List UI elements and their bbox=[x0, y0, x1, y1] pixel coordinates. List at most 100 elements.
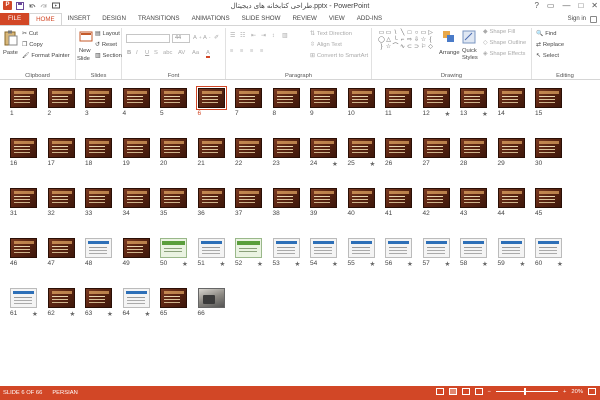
slide-preview[interactable] bbox=[122, 238, 150, 258]
tab-home[interactable]: HOME bbox=[29, 13, 62, 25]
tab-slide-show[interactable]: SLIDE SHOW bbox=[236, 13, 287, 25]
slide-preview[interactable] bbox=[85, 288, 112, 308]
animation-star-icon[interactable]: ★ bbox=[257, 260, 263, 268]
zoom-slider[interactable] bbox=[496, 388, 558, 395]
slide-preview[interactable] bbox=[310, 238, 337, 258]
slide-preview[interactable] bbox=[272, 238, 300, 258]
slide-thumbnail[interactable]: 58 ★ bbox=[460, 238, 492, 268]
slide-thumbnail[interactable]: 57 ★ bbox=[422, 238, 455, 268]
slide-thumbnail[interactable]: 34 bbox=[122, 188, 155, 218]
shapes-gallery[interactable]: ▭ ▭ \ ╲ □ ○ ▭ ▷ ◯ △ └ ⌐ ⇨ ⇩ ☆{ } ☆ ⌒ ∿ ⊂ ⊃ ⚐ ◇ bbox=[378, 30, 436, 58]
slide-preview[interactable] bbox=[160, 188, 187, 208]
slide-preview[interactable] bbox=[497, 188, 525, 208]
tab-view[interactable]: VIEW bbox=[323, 13, 351, 25]
shape-item[interactable]: { bbox=[427, 37, 434, 44]
slide-thumbnail[interactable]: 29 bbox=[497, 138, 530, 168]
slide-thumbnail[interactable]: 32 bbox=[47, 188, 80, 218]
zoom-out-button[interactable]: − bbox=[488, 389, 491, 395]
slide-thumbnail[interactable]: 52 ★ bbox=[235, 238, 267, 268]
slide-preview[interactable] bbox=[85, 88, 112, 108]
animation-star-icon[interactable]: ★ bbox=[32, 310, 38, 318]
slide-thumbnail[interactable]: 41 bbox=[385, 188, 417, 218]
slide-preview[interactable] bbox=[272, 138, 300, 158]
tab-animations[interactable]: ANIMATIONS bbox=[186, 13, 236, 25]
normal-view-icon[interactable] bbox=[435, 388, 444, 395]
change-case-button[interactable]: Aa bbox=[192, 50, 199, 56]
slide-thumbnail[interactable]: 18 bbox=[85, 138, 117, 168]
animation-star-icon[interactable]: ★ bbox=[370, 160, 376, 168]
slide-thumbnail[interactable]: 1 bbox=[10, 88, 42, 118]
slide-sorter-view-icon[interactable] bbox=[448, 388, 457, 395]
slide-thumbnail[interactable]: 49 bbox=[122, 238, 155, 268]
shape-item[interactable]: △ bbox=[385, 37, 392, 44]
quick-styles-icon[interactable] bbox=[462, 30, 476, 46]
redo-icon[interactable] bbox=[40, 2, 48, 10]
slide-thumbnail[interactable]: 6 bbox=[195, 86, 230, 118]
slide-preview[interactable] bbox=[460, 238, 487, 258]
slide-preview[interactable] bbox=[122, 188, 150, 208]
slide-thumbnail[interactable]: 66 bbox=[197, 288, 230, 318]
slide-preview[interactable] bbox=[235, 188, 262, 208]
slide-preview[interactable] bbox=[160, 238, 187, 258]
slide-preview[interactable] bbox=[85, 138, 112, 158]
shape-item[interactable]: ∿ bbox=[399, 44, 406, 51]
columns-icon[interactable]: ▥ bbox=[282, 33, 287, 39]
shape-item[interactable]: ○ bbox=[413, 30, 420, 37]
start-presentation-icon[interactable] bbox=[52, 2, 60, 10]
slide-thumbnail[interactable]: 39 bbox=[310, 188, 342, 218]
new-slide-button[interactable]: New bbox=[79, 48, 91, 54]
shape-item[interactable]: ⇩ bbox=[413, 37, 420, 44]
shrink-font-icon[interactable]: A- bbox=[203, 35, 210, 41]
animation-star-icon[interactable]: ★ bbox=[332, 260, 338, 268]
slide-thumbnail[interactable]: 16 bbox=[10, 138, 42, 168]
slide-preview[interactable] bbox=[347, 188, 375, 208]
slide-preview[interactable] bbox=[422, 188, 450, 208]
slide-preview[interactable] bbox=[535, 238, 562, 258]
slide-preview[interactable] bbox=[422, 138, 450, 158]
shape-outline-button[interactable]: ◇ Shape Outline bbox=[483, 40, 526, 46]
slide-preview[interactable] bbox=[10, 138, 37, 158]
shape-item[interactable]: ⊃ bbox=[413, 44, 420, 51]
slide-preview[interactable] bbox=[347, 88, 375, 108]
slide-preview[interactable] bbox=[385, 138, 412, 158]
slide-preview[interactable] bbox=[310, 88, 337, 108]
arrange-icon[interactable] bbox=[442, 30, 456, 46]
paste-icon[interactable] bbox=[4, 30, 18, 46]
shape-item[interactable]: ▷ bbox=[427, 30, 434, 37]
slide-preview[interactable] bbox=[422, 238, 450, 258]
slide-preview[interactable] bbox=[85, 238, 112, 258]
shape-item[interactable]: ▭ bbox=[378, 30, 385, 37]
font-name-input[interactable] bbox=[126, 34, 170, 43]
shape-item[interactable]: } bbox=[378, 44, 385, 51]
slide-thumbnail[interactable]: 9 bbox=[310, 88, 342, 118]
minimize-icon[interactable]: — bbox=[562, 1, 570, 10]
slide-preview[interactable] bbox=[535, 188, 562, 208]
undo-icon[interactable] bbox=[28, 2, 36, 10]
slide-preview[interactable] bbox=[47, 188, 75, 208]
font-size-input[interactable]: 44 bbox=[172, 34, 190, 43]
fit-to-window-icon[interactable] bbox=[588, 388, 596, 395]
justify-icon[interactable]: ≡ bbox=[260, 48, 263, 54]
slide-thumbnail[interactable]: 19 bbox=[122, 138, 155, 168]
slide-thumbnail[interactable]: 14 bbox=[497, 88, 530, 118]
slide-thumbnail[interactable]: 21 bbox=[197, 138, 230, 168]
animation-star-icon[interactable]: ★ bbox=[520, 260, 526, 268]
shape-item[interactable]: ▭ bbox=[420, 30, 427, 37]
slide-preview[interactable] bbox=[47, 88, 75, 108]
slide-preview[interactable] bbox=[235, 138, 262, 158]
slide-preview[interactable] bbox=[385, 238, 412, 258]
quick-styles-button[interactable]: Quick bbox=[462, 48, 477, 54]
slide-preview[interactable] bbox=[10, 288, 37, 308]
text-direction-button[interactable]: ⇅ Text Direction bbox=[310, 31, 352, 37]
slide-thumbnail[interactable]: 31 bbox=[10, 188, 42, 218]
slide-thumbnail[interactable]: 27 bbox=[422, 138, 455, 168]
slide-preview[interactable] bbox=[160, 288, 187, 308]
zoom-level[interactable]: 20% bbox=[571, 389, 583, 395]
account-icon[interactable] bbox=[590, 16, 597, 23]
shape-effects-button[interactable]: ◈ Shape Effects bbox=[483, 51, 525, 57]
slide-preview[interactable] bbox=[460, 188, 487, 208]
shape-item[interactable]: ⌒ bbox=[392, 44, 399, 51]
text-shadow-button[interactable]: abc bbox=[163, 50, 172, 56]
slide-thumbnail[interactable]: 63 ★ bbox=[85, 288, 117, 318]
animation-star-icon[interactable]: ★ bbox=[482, 260, 488, 268]
